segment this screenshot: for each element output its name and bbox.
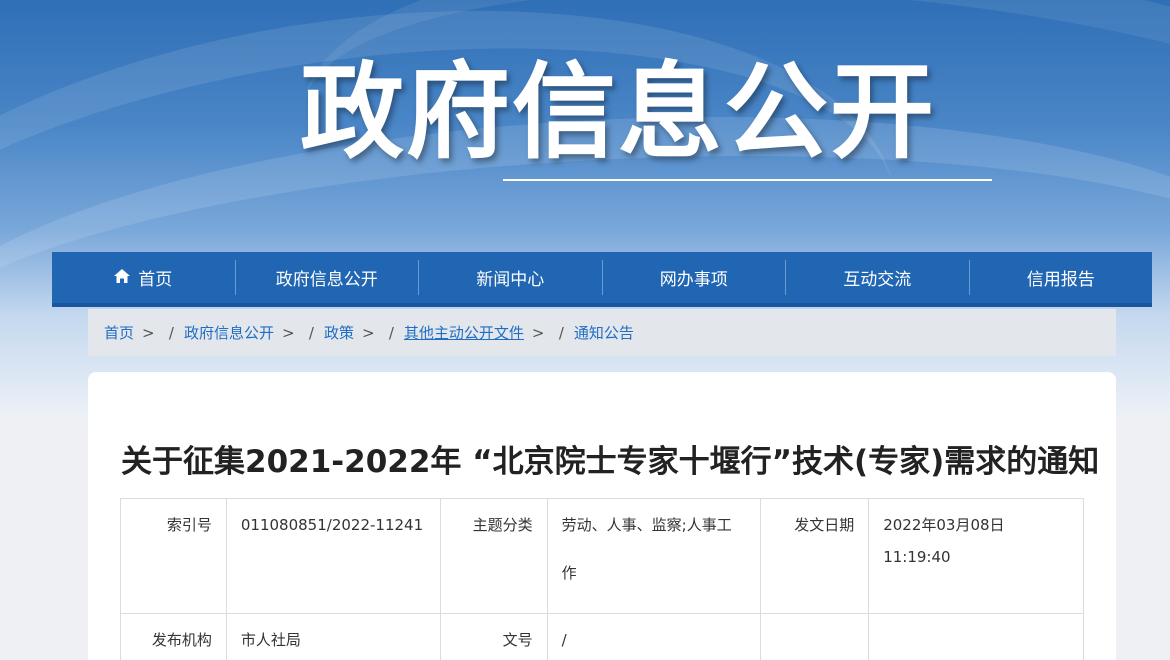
breadcrumb-gov-info[interactable]: 政府信息公开 — [184, 322, 274, 343]
org-value: 市人社局 — [225, 613, 441, 660]
breadcrumb-separator: > / — [281, 323, 314, 342]
article-meta-table: 索引号 011080851/2022-11241 主题分类 劳动、人事、监察;人… — [120, 498, 1084, 660]
nav-item-online-services[interactable]: 网办事项 — [603, 260, 786, 295]
banner-title: 政府信息公开 — [300, 51, 937, 173]
nav-item-label: 信用报告 — [1026, 270, 1095, 290]
empty-cell — [868, 613, 1084, 660]
article-title: 关于征集2021-2022年 “北京院士专家十堰行”技术(专家)需求的通知 — [121, 444, 1100, 480]
breadcrumb-home[interactable]: 首页 — [104, 322, 134, 343]
breadcrumb-separator: > / — [142, 323, 174, 342]
date-label: 发文日期 — [760, 498, 870, 614]
nav-item-news[interactable]: 新闻中心 — [419, 260, 603, 295]
nav-item-interaction[interactable]: 互动交流 — [786, 260, 970, 295]
main-nav: 首页 政府信息公开 新闻中心 网办事项 互动交流 信用报告 — [52, 252, 1152, 307]
breadcrumb-notices[interactable]: 通知公告 — [574, 322, 634, 343]
banner-underline — [503, 179, 992, 181]
index-value: 011080851/2022-11241 — [225, 498, 441, 614]
breadcrumb-separator: > / — [531, 323, 564, 342]
docno-value: / — [546, 613, 762, 660]
breadcrumb-separator: > / — [361, 323, 394, 342]
breadcrumb-other-files[interactable]: 其他主动公开文件 — [404, 322, 524, 343]
docno-label: 文号 — [439, 613, 548, 660]
header-banner: 政府信息公开 — [0, 0, 1170, 420]
nav-item-home[interactable]: 首页 — [52, 260, 236, 295]
nav-item-credit-report[interactable]: 信用报告 — [970, 260, 1153, 295]
table-row: 发布机构 市人社局 文号 / — [120, 613, 1084, 660]
breadcrumb: 首页 > / 政府信息公开 > / 政策 > / 其他主动公开文件 > / 通知… — [88, 309, 1116, 356]
topic-label: 主题分类 — [439, 498, 548, 614]
article-card: 关于征集2021-2022年 “北京院士专家十堰行”技术(专家)需求的通知 索引… — [88, 372, 1116, 660]
org-label: 发布机构 — [120, 613, 227, 660]
nav-item-label: 首页 — [138, 270, 173, 290]
index-label: 索引号 — [120, 498, 227, 614]
nav-item-label: 网办事项 — [659, 270, 728, 290]
home-icon — [114, 268, 131, 287]
table-row: 索引号 011080851/2022-11241 主题分类 劳动、人事、监察;人… — [120, 498, 1084, 614]
nav-item-label: 新闻中心 — [476, 270, 545, 290]
nav-item-label: 互动交流 — [843, 270, 912, 290]
breadcrumb-policy[interactable]: 政策 — [324, 322, 354, 343]
nav-item-label: 政府信息公开 — [275, 270, 378, 290]
date-value: 2022年03月08日 11:19:40 — [868, 498, 1084, 614]
topic-value: 劳动、人事、监察;人事工作 — [546, 498, 762, 614]
empty-cell — [760, 613, 870, 660]
nav-item-gov-info[interactable]: 政府信息公开 — [236, 260, 419, 295]
